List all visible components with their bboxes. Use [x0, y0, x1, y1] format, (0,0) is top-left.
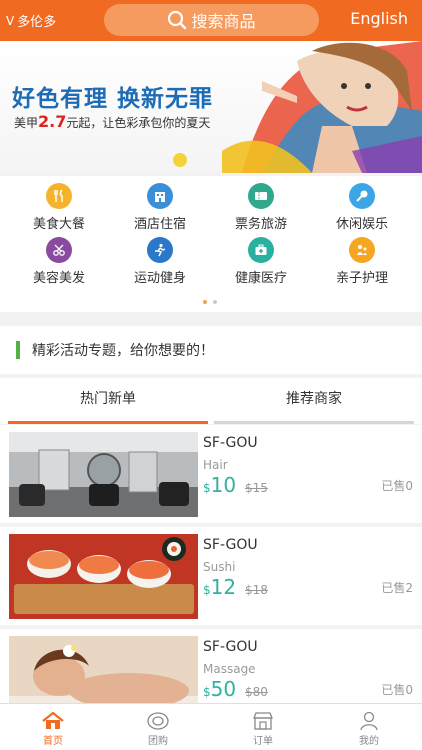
medical-kit-icon: [248, 237, 274, 263]
deal-merchant: SF-GOU: [203, 639, 258, 655]
category-leisure[interactable]: 休闲娱乐: [312, 183, 412, 232]
category-label: 美食大餐: [32, 217, 85, 232]
home-icon: [23, 710, 83, 732]
category-hotel[interactable]: 酒店住宿: [110, 183, 210, 232]
deal-original-price: $80: [245, 685, 268, 699]
language-switch[interactable]: English: [350, 9, 408, 28]
category-label: 美容美发: [32, 271, 85, 286]
category-fitness[interactable]: 运动健身: [110, 237, 210, 286]
nav-me[interactable]: 我的: [339, 710, 399, 747]
activity-banner[interactable]: 精彩活动专题，给你想要的！: [0, 326, 422, 374]
search-placeholder: 搜索商品: [191, 12, 256, 31]
deal-merchant: SF-GOU: [203, 435, 258, 451]
family-icon: [349, 237, 375, 263]
banner-indicator-dot[interactable]: [173, 153, 187, 167]
banner-sub-prefix: 美甲: [14, 116, 39, 130]
deal-price: $10: [203, 473, 236, 497]
deal-item[interactable]: SF-GOU Hair $10 $15 已售0: [0, 425, 422, 523]
tab-label: 热门新单: [80, 391, 136, 407]
category-pager: [203, 300, 217, 304]
search-bar[interactable]: 搜索商品: [104, 4, 319, 36]
price-currency: $: [203, 685, 211, 699]
category-tickets[interactable]: 票务旅游: [211, 183, 311, 232]
category-label: 票务旅游: [234, 217, 287, 232]
deal-category: Massage: [203, 662, 256, 676]
price-currency: $: [203, 481, 211, 495]
deal-sold-count: 已售0: [381, 683, 413, 697]
banner-subtitle: 美甲2.7元起，让色彩承包你的夏天: [14, 112, 210, 131]
category-food[interactable]: 美食大餐: [9, 183, 109, 232]
deal-price: $12: [203, 575, 236, 599]
price-value: 10: [210, 473, 237, 497]
banner-sub-suffix: 元起，让色彩承包你的夏天: [66, 116, 211, 130]
deal-original-price: $18: [245, 583, 268, 597]
nav-label: 团购: [148, 736, 168, 747]
category-label: 亲子护理: [335, 271, 388, 286]
deal-original-price: $15: [245, 481, 268, 495]
category-health[interactable]: 健康医疗: [211, 237, 311, 286]
banner-model-image: [222, 41, 422, 173]
tab-recommended[interactable]: 推荐商家: [214, 378, 414, 424]
pager-dot-active[interactable]: [203, 300, 207, 304]
hotel-icon: [147, 183, 173, 209]
scissors-icon: [46, 237, 72, 263]
salon-photo: [9, 432, 198, 517]
tab-active-underline: [8, 421, 208, 424]
deal-item[interactable]: SF-GOU Sushi $12 $18 已售2: [0, 527, 422, 625]
nav-label: 我的: [359, 736, 379, 747]
microphone-icon: [349, 183, 375, 209]
city-label: 多伦多: [17, 15, 57, 30]
user-icon: [339, 710, 399, 732]
shop-order-icon: [233, 710, 293, 732]
deal-price: $50: [203, 677, 236, 701]
pager-dot[interactable]: [213, 300, 217, 304]
chevron-down-icon: V: [6, 13, 15, 28]
category-label: 休闲娱乐: [335, 217, 388, 232]
nav-label: 订单: [253, 736, 273, 747]
sushi-photo: [9, 534, 198, 619]
category-label: 运动健身: [133, 271, 186, 286]
banner-title: 好色有理 换新无罪: [12, 86, 214, 112]
activity-accent-bar: [16, 341, 20, 359]
category-grid: 美食大餐 酒店住宿 票务旅游 休闲娱乐 美容美发 运动健身 健康医疗 亲子护理: [0, 176, 422, 312]
bottom-nav: 首页 团购 订单 我的: [0, 703, 422, 750]
category-beauty[interactable]: 美容美发: [9, 237, 109, 286]
category-label: 健康医疗: [234, 271, 287, 286]
city-selector[interactable]: V 多伦多: [6, 11, 96, 31]
fork-knife-icon: [46, 183, 72, 209]
promo-banner[interactable]: 好色有理 换新无罪 美甲2.7元起，让色彩承包你的夏天: [0, 41, 422, 173]
banner-sub-price: 2.7: [38, 112, 67, 131]
top-bar: V 多伦多 搜索商品 English: [0, 0, 422, 41]
price-value: 50: [210, 677, 237, 701]
nav-label: 首页: [43, 736, 63, 747]
deal-category: Sushi: [203, 560, 236, 574]
deal-sold-count: 已售2: [381, 581, 413, 595]
deal-category: Hair: [203, 458, 228, 472]
app-screen: V 多伦多 搜索商品 English 好色有理 换新无罪 美甲2.7元起，让色彩…: [0, 0, 422, 750]
tab-underline: [214, 421, 414, 424]
tab-hot-new[interactable]: 热门新单: [8, 378, 208, 424]
deal-sold-count: 已售0: [381, 479, 413, 493]
tab-label: 推荐商家: [286, 391, 342, 407]
ticket-icon: [248, 183, 274, 209]
group-buy-icon: [128, 710, 188, 732]
deal-merchant: SF-GOU: [203, 537, 258, 553]
tab-bar: 热门新单 推荐商家: [0, 378, 422, 424]
nav-group-buy[interactable]: 团购: [128, 710, 188, 747]
category-label: 酒店住宿: [133, 217, 186, 232]
nav-orders[interactable]: 订单: [233, 710, 293, 747]
runner-icon: [147, 237, 173, 263]
price-currency: $: [203, 583, 211, 597]
price-value: 12: [210, 575, 237, 599]
activity-text: 精彩活动专题，给你想要的！: [32, 343, 214, 359]
search-icon: [168, 10, 187, 30]
nav-home[interactable]: 首页: [23, 710, 83, 747]
category-family[interactable]: 亲子护理: [312, 237, 412, 286]
